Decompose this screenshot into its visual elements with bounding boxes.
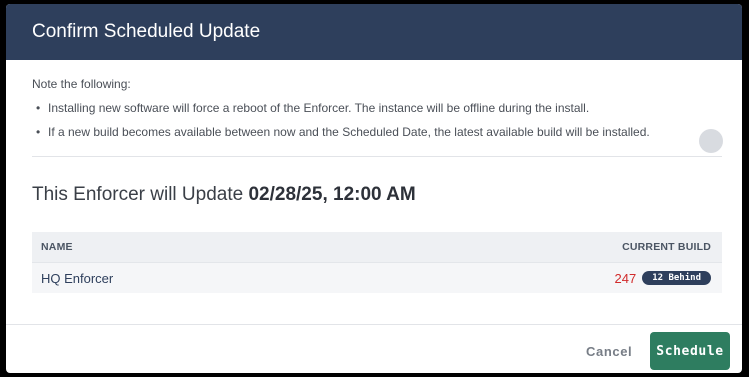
note-title: Note the following: bbox=[32, 77, 131, 91]
loading-spinner-icon bbox=[699, 129, 723, 153]
bullet-dot: • bbox=[36, 125, 41, 139]
update-heading: This Enforcer will Update 02/28/25, 12:0… bbox=[32, 184, 416, 206]
bullet-dot: • bbox=[36, 101, 41, 115]
cancel-button[interactable]: Cancel bbox=[584, 338, 634, 366]
column-header-name: NAME bbox=[41, 241, 73, 253]
note-bullet: • Installing new software will force a re… bbox=[36, 101, 589, 115]
dialog-header: Confirm Scheduled Update bbox=[6, 4, 742, 60]
confirm-scheduled-update-dialog: Confirm Scheduled Update Note the follow… bbox=[6, 4, 742, 373]
build-number: 247 bbox=[614, 270, 637, 286]
current-build-cell: 247 12 Behind bbox=[615, 271, 711, 286]
dialog-title: Confirm Scheduled Update bbox=[32, 21, 261, 42]
column-header-current-build: CURRENT BUILD bbox=[622, 241, 711, 253]
update-date: 02/28/25, 12:00 AM bbox=[248, 184, 416, 205]
divider bbox=[32, 156, 722, 157]
note-bullet: • If a new build becomes available betwee… bbox=[36, 125, 650, 139]
table-header: NAME CURRENT BUILD bbox=[32, 232, 722, 262]
table-row: HQ Enforcer 247 12 Behind bbox=[32, 262, 722, 293]
behind-badge: 12 Behind bbox=[642, 271, 711, 285]
schedule-button[interactable]: Schedule bbox=[650, 332, 730, 370]
update-prefix: This Enforcer will Update bbox=[32, 184, 244, 205]
footer-divider bbox=[6, 324, 742, 325]
enforcer-table: NAME CURRENT BUILD HQ Enforcer 247 12 Be… bbox=[32, 232, 722, 293]
enforcer-name: HQ Enforcer bbox=[41, 270, 114, 286]
note-bullet-text: Installing new software will force a reb… bbox=[48, 101, 590, 115]
note-bullet-text: If a new build becomes available between… bbox=[48, 125, 650, 139]
